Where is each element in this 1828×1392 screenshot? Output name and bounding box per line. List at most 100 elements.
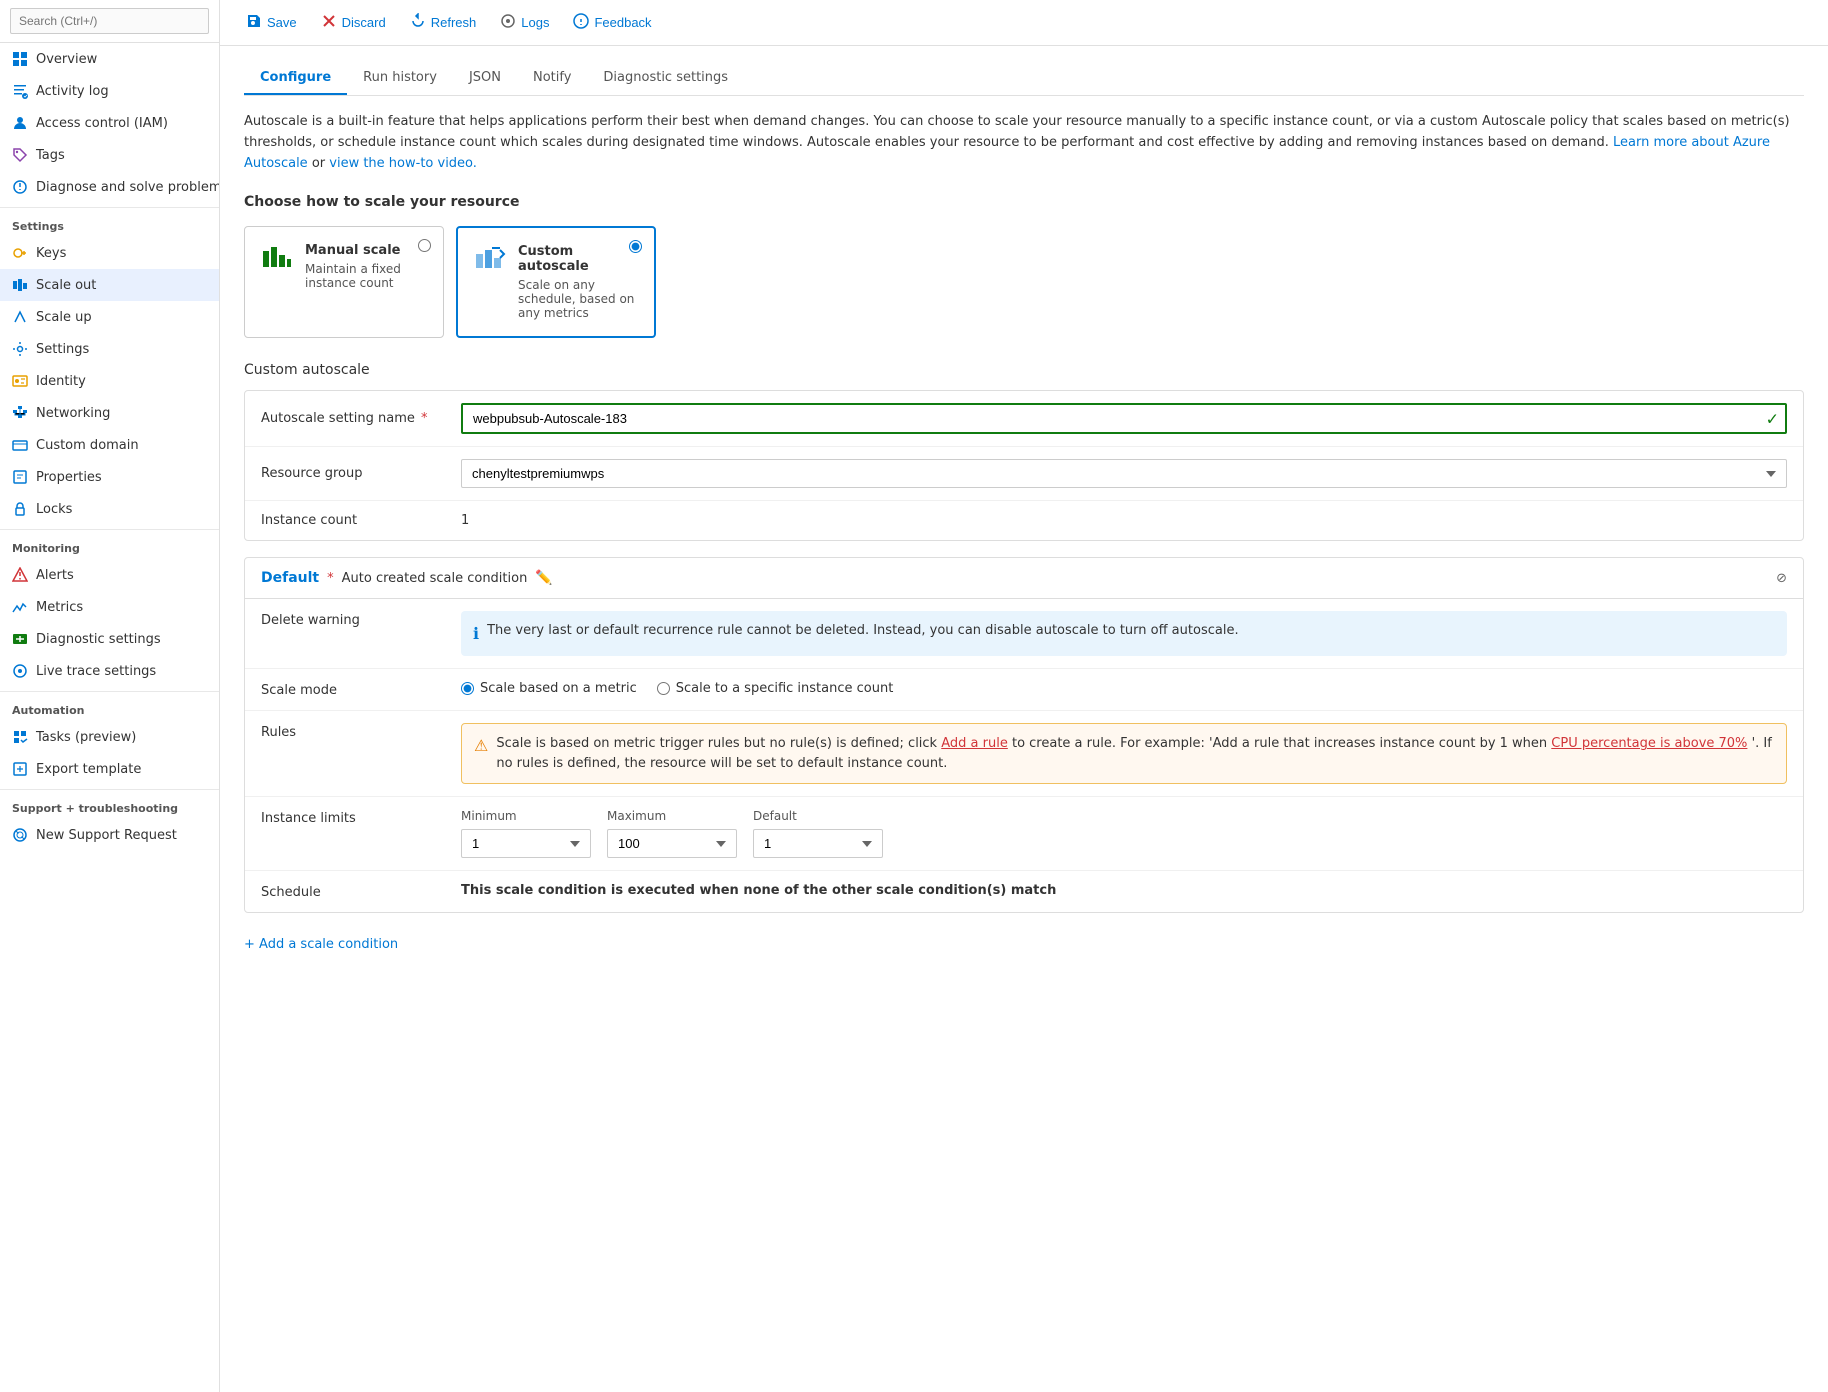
default-limit-select[interactable]: 1 [753, 829, 883, 858]
maximum-select[interactable]: 100 [607, 829, 737, 858]
sidebar-item-scale-out-label: Scale out [36, 278, 96, 293]
instance-limits-label: Instance limits [261, 809, 461, 826]
search-input[interactable] [10, 8, 209, 34]
scale-mode-label: Scale mode [261, 681, 461, 698]
sidebar-item-tags[interactable]: Tags [0, 139, 219, 171]
resource-group-row: Resource group chenyltestpremiumwps [245, 447, 1803, 501]
sidebar-item-activity-log[interactable]: Activity log [0, 75, 219, 107]
sidebar-item-locks[interactable]: Locks [0, 493, 219, 525]
manual-scale-title: Manual scale [305, 243, 427, 258]
custom-domain-icon [12, 437, 28, 453]
sidebar-item-diagnostic-settings-label: Diagnostic settings [36, 632, 161, 647]
delete-warning-info-box: ℹ The very last or default recurrence ru… [461, 611, 1787, 656]
sidebar-item-access-control-label: Access control (IAM) [36, 116, 168, 131]
sidebar-item-custom-domain[interactable]: Custom domain [0, 429, 219, 461]
discard-button[interactable]: Discard [311, 8, 396, 37]
sidebar-item-new-support-label: New Support Request [36, 828, 177, 843]
sidebar-item-diagnose[interactable]: Diagnose and solve problems [0, 171, 219, 203]
instance-count-value: 1 [461, 513, 1787, 528]
sidebar-item-export-template[interactable]: Export template [0, 753, 219, 785]
sidebar-item-settings-label: Settings [36, 342, 89, 357]
sidebar-item-live-trace[interactable]: Live trace settings [0, 655, 219, 687]
minimum-label: Minimum [461, 809, 591, 823]
sidebar-item-export-template-label: Export template [36, 762, 141, 777]
how-to-video-link[interactable]: view the how-to video. [329, 156, 477, 171]
manual-scale-option[interactable]: Manual scale Maintain a fixed instance c… [244, 226, 444, 338]
tab-configure[interactable]: Configure [244, 62, 347, 95]
condition-edit-icon[interactable]: ✏️ [535, 570, 552, 586]
diagnostic-settings-icon [12, 631, 28, 647]
condition-disable-icon[interactable]: ⊘ [1776, 571, 1787, 586]
feedback-label: Feedback [594, 15, 651, 30]
sidebar-item-overview[interactable]: Overview [0, 43, 219, 75]
sidebar-section-automation: Automation [0, 691, 219, 721]
scale-mode-instance-label: Scale to a specific instance count [676, 681, 894, 696]
sidebar-item-metrics[interactable]: Metrics [0, 591, 219, 623]
scale-mode-metric-option[interactable]: Scale based on a metric [461, 681, 637, 696]
scale-mode-instance-radio[interactable] [657, 682, 670, 695]
tab-notify[interactable]: Notify [517, 62, 587, 95]
sidebar-item-properties[interactable]: Properties [0, 461, 219, 493]
refresh-button[interactable]: Refresh [400, 8, 487, 37]
save-icon [246, 13, 262, 32]
sidebar-item-new-support[interactable]: New Support Request [0, 819, 219, 851]
sidebar-item-networking[interactable]: Networking [0, 397, 219, 429]
delete-warning-row: Delete warning ℹ The very last or defaul… [245, 599, 1803, 669]
sidebar-item-access-control[interactable]: Access control (IAM) [0, 107, 219, 139]
content-area: Configure Run history JSON Notify Diagno… [220, 46, 1828, 1392]
identity-icon [12, 373, 28, 389]
access-control-icon [12, 115, 28, 131]
overview-icon [12, 51, 28, 67]
autoscale-section: Custom autoscale Autoscale setting name … [244, 362, 1804, 960]
refresh-label: Refresh [431, 15, 477, 30]
tab-run-history[interactable]: Run history [347, 62, 453, 95]
sidebar-section-monitoring: Monitoring [0, 529, 219, 559]
add-rule-link[interactable]: Add a rule [941, 736, 1008, 751]
tab-json[interactable]: JSON [453, 62, 517, 95]
sidebar-item-scale-up[interactable]: Scale up [0, 301, 219, 333]
logs-button[interactable]: Logs [490, 8, 559, 37]
save-button[interactable]: Save [236, 8, 307, 37]
sidebar-search-container [0, 0, 219, 43]
scale-mode-instance-option[interactable]: Scale to a specific instance count [657, 681, 894, 696]
setting-name-row: Autoscale setting name * ✓ [245, 391, 1803, 447]
scale-mode-metric-radio[interactable] [461, 682, 474, 695]
sidebar-item-alerts[interactable]: Alerts [0, 559, 219, 591]
sidebar-item-identity[interactable]: Identity [0, 365, 219, 397]
manual-scale-radio[interactable] [418, 239, 431, 256]
autoscale-form-panel: Autoscale setting name * ✓ Resource grou… [244, 390, 1804, 541]
sidebar-item-keys[interactable]: Keys [0, 237, 219, 269]
add-scale-condition-link[interactable]: + Add a scale condition [244, 929, 1804, 960]
custom-autoscale-option[interactable]: Custom autoscale Scale on any schedule, … [456, 226, 656, 338]
description-or: or [312, 156, 329, 171]
cpu-percentage-text: CPU percentage is above 70% [1551, 736, 1747, 751]
manual-scale-desc: Maintain a fixed instance count [305, 262, 427, 290]
sidebar-item-scale-up-label: Scale up [36, 310, 92, 325]
setting-name-input[interactable] [461, 403, 1787, 434]
sidebar: Overview Activity log Access control (IA… [0, 0, 220, 1392]
sidebar-item-diagnose-label: Diagnose and solve problems [36, 180, 220, 195]
custom-autoscale-radio[interactable] [629, 240, 642, 257]
sidebar-item-tasks[interactable]: Tasks (preview) [0, 721, 219, 753]
sidebar-item-live-trace-label: Live trace settings [36, 664, 156, 679]
resource-group-select[interactable]: chenyltestpremiumwps [461, 459, 1787, 488]
tab-diagnostic-settings[interactable]: Diagnostic settings [587, 62, 744, 95]
sidebar-item-settings[interactable]: Settings [0, 333, 219, 365]
export-template-icon [12, 761, 28, 777]
delete-warning-value: ℹ The very last or default recurrence ru… [461, 611, 1787, 656]
feedback-button[interactable]: Feedback [563, 8, 661, 37]
sidebar-item-overview-label: Overview [36, 52, 97, 67]
setting-name-label: Autoscale setting name * [261, 411, 461, 426]
sidebar-item-diagnostic-settings[interactable]: Diagnostic settings [0, 623, 219, 655]
sidebar-item-scale-out[interactable]: Scale out [0, 269, 219, 301]
discard-label: Discard [342, 15, 386, 30]
sidebar-item-identity-label: Identity [36, 374, 86, 389]
minimum-group: Minimum 1 [461, 809, 591, 858]
schedule-row: Schedule This scale condition is execute… [245, 871, 1803, 912]
delete-warning-text: The very last or default recurrence rule… [487, 621, 1239, 641]
tasks-icon [12, 729, 28, 745]
condition-panel: Default * Auto created scale condition ✏… [244, 557, 1804, 913]
condition-header: Default * Auto created scale condition ✏… [245, 558, 1803, 599]
minimum-select[interactable]: 1 [461, 829, 591, 858]
toolbar: Save Discard Refresh Logs Feedback [220, 0, 1828, 46]
